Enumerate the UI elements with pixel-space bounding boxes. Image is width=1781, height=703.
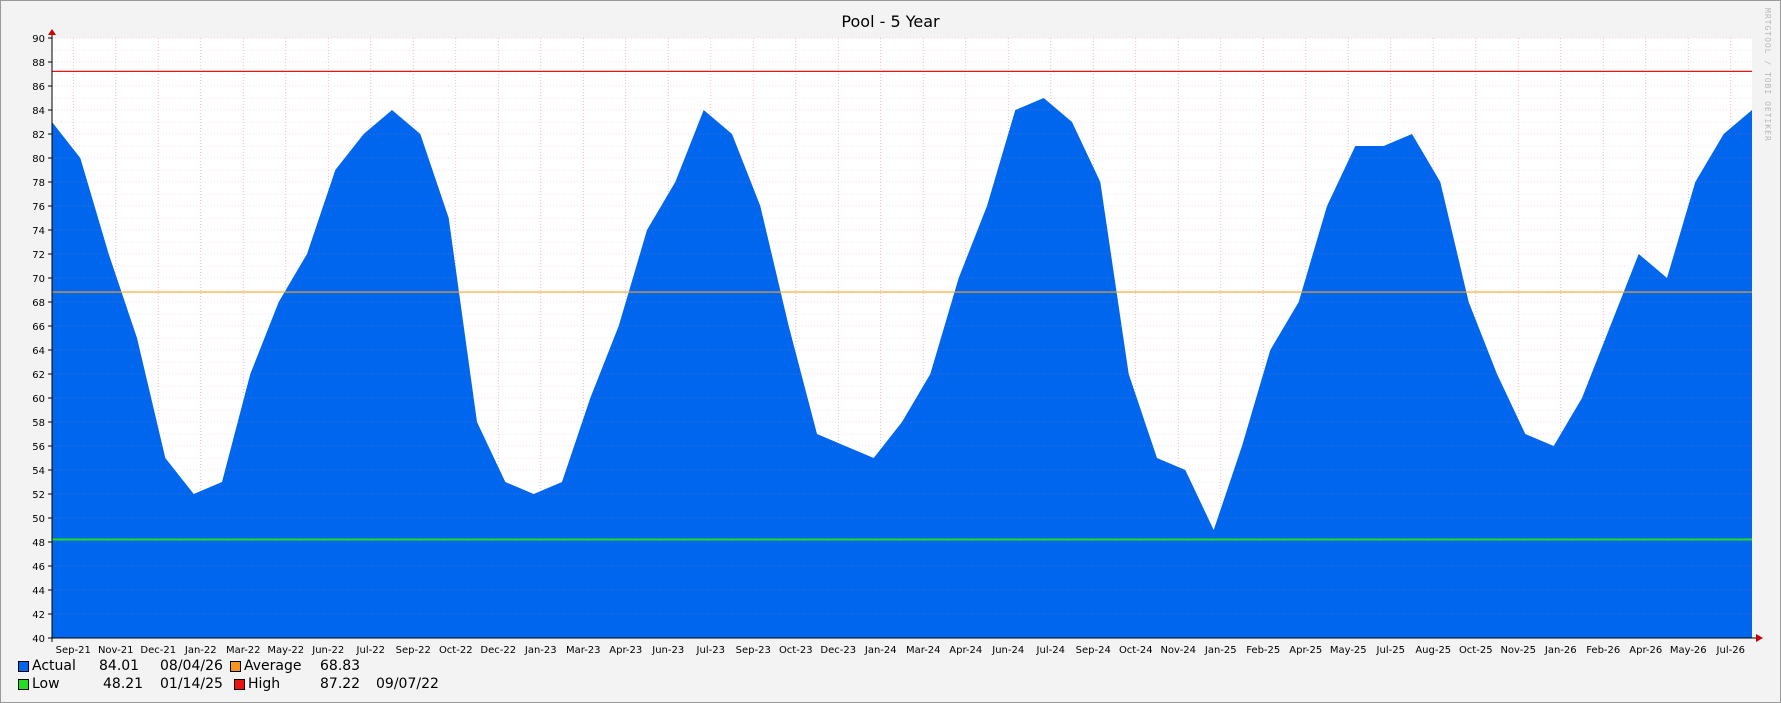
x-tick-label: Dec-21 bbox=[140, 645, 176, 656]
legend-low-swatch bbox=[18, 679, 29, 690]
x-axis-arrow bbox=[1756, 634, 1763, 642]
x-tick-label: May-26 bbox=[1670, 645, 1707, 656]
x-tick-label: Dec-22 bbox=[480, 645, 516, 656]
y-tick-label: 56 bbox=[32, 442, 45, 453]
y-tick-label: 64 bbox=[32, 346, 45, 357]
x-tick-label: Jun-23 bbox=[651, 645, 684, 656]
x-tick-label: Jan-22 bbox=[184, 645, 217, 656]
x-tick-label: Nov-21 bbox=[98, 645, 134, 656]
legend-actual-date: 08/04/26 bbox=[160, 658, 223, 674]
x-tick-label: Oct-25 bbox=[1459, 645, 1493, 656]
x-tick-label: Sep-24 bbox=[1076, 645, 1111, 656]
legend-high-label: High bbox=[248, 676, 281, 692]
y-tick-label: 68 bbox=[32, 298, 45, 309]
x-tick-label: Jan-25 bbox=[1204, 645, 1237, 656]
x-tick-label: Apr-25 bbox=[1289, 645, 1322, 656]
y-tick-label: 48 bbox=[32, 538, 45, 549]
y-tick-label: 42 bbox=[32, 610, 45, 621]
legend-low-value: 48.21 bbox=[103, 676, 144, 692]
x-tick-label: Jul-23 bbox=[696, 645, 725, 656]
y-tick-label: 88 bbox=[32, 58, 45, 69]
legend-high-swatch bbox=[234, 679, 245, 690]
y-tick-label: 84 bbox=[32, 106, 45, 117]
x-tick-label: Jul-24 bbox=[1036, 645, 1065, 656]
x-tick-label: Jun-22 bbox=[311, 645, 344, 656]
y-tick-label: 86 bbox=[32, 82, 45, 93]
x-tick-label: Oct-23 bbox=[779, 645, 813, 656]
y-tick-label: 40 bbox=[32, 634, 45, 645]
legend-high-value: 87.22 bbox=[320, 676, 361, 692]
x-tick-label: Jan-23 bbox=[524, 645, 557, 656]
y-tick-label: 58 bbox=[32, 418, 45, 429]
x-tick-label: Nov-24 bbox=[1160, 645, 1196, 656]
y-tick-label: 90 bbox=[32, 34, 45, 45]
y-tick-label: 78 bbox=[32, 178, 45, 189]
x-tick-label: Feb-25 bbox=[1246, 645, 1280, 656]
x-tick-label: Oct-22 bbox=[439, 645, 473, 656]
x-tick-label: Jan-26 bbox=[1544, 645, 1577, 656]
legend-low-date: 01/14/25 bbox=[160, 676, 223, 692]
legend-actual-value: 84.01 bbox=[99, 658, 140, 674]
y-tick-label: 80 bbox=[32, 154, 45, 165]
y-tick-label: 50 bbox=[32, 514, 45, 525]
x-tick-label: Mar-22 bbox=[226, 645, 261, 656]
y-tick-label: 62 bbox=[32, 370, 45, 381]
x-tick-label: May-25 bbox=[1330, 645, 1367, 656]
y-tick-label: 60 bbox=[32, 394, 45, 405]
y-tick-label: 54 bbox=[32, 466, 45, 477]
y-tick-label: 74 bbox=[32, 226, 45, 237]
legend-low-label: Low bbox=[32, 676, 60, 692]
x-tick-label: May-22 bbox=[267, 645, 304, 656]
x-tick-label: Oct-24 bbox=[1119, 645, 1153, 656]
y-tick-label: 76 bbox=[32, 202, 45, 213]
legend: Actual 84.01 08/04/26 Average 68.83 Low … bbox=[18, 658, 618, 698]
y-tick-label: 44 bbox=[32, 586, 45, 597]
x-tick-label: Apr-26 bbox=[1629, 645, 1662, 656]
legend-high-date: 09/07/22 bbox=[376, 676, 439, 692]
x-tick-label: Jul-22 bbox=[356, 645, 385, 656]
x-tick-label: Nov-25 bbox=[1500, 645, 1536, 656]
y-axis-arrow bbox=[48, 29, 56, 35]
legend-actual-swatch bbox=[18, 661, 29, 672]
x-tick-label: Sep-22 bbox=[396, 645, 431, 656]
legend-average-value: 68.83 bbox=[320, 658, 361, 674]
x-tick-label: Sep-23 bbox=[736, 645, 771, 656]
x-tick-label: Mar-24 bbox=[906, 645, 941, 656]
chart-canvas: Sep-21 Nov-21 Dec-21 Jan-22 Mar-22 May-22 Jun-… bbox=[32, 29, 1763, 656]
y-tick-label: 46 bbox=[32, 562, 45, 573]
x-tick-label: Jul-25 bbox=[1376, 645, 1405, 656]
x-tick-label: Jul-26 bbox=[1716, 645, 1745, 656]
x-tick-label: Apr-23 bbox=[609, 645, 642, 656]
y-tick-label: 70 bbox=[32, 274, 45, 285]
y-tick-label: 66 bbox=[32, 322, 45, 333]
y-tick-label: 82 bbox=[32, 130, 45, 141]
legend-average-swatch bbox=[230, 661, 241, 672]
y-tick-label: 72 bbox=[32, 250, 45, 261]
x-tick-label: Sep-21 bbox=[56, 645, 91, 656]
x-tick-label: Jan-24 bbox=[864, 645, 897, 656]
legend-actual-label: Actual bbox=[32, 658, 76, 674]
x-tick-label: Mar-23 bbox=[566, 645, 601, 656]
x-tick-label: Apr-24 bbox=[949, 645, 982, 656]
x-tick-label: Dec-23 bbox=[820, 645, 856, 656]
x-tick-label: Feb-26 bbox=[1586, 645, 1620, 656]
legend-average-label: Average bbox=[244, 658, 302, 674]
x-tick-label: Aug-25 bbox=[1415, 645, 1451, 656]
y-tick-label: 52 bbox=[32, 490, 45, 501]
x-tick-label: Jun-24 bbox=[991, 645, 1024, 656]
